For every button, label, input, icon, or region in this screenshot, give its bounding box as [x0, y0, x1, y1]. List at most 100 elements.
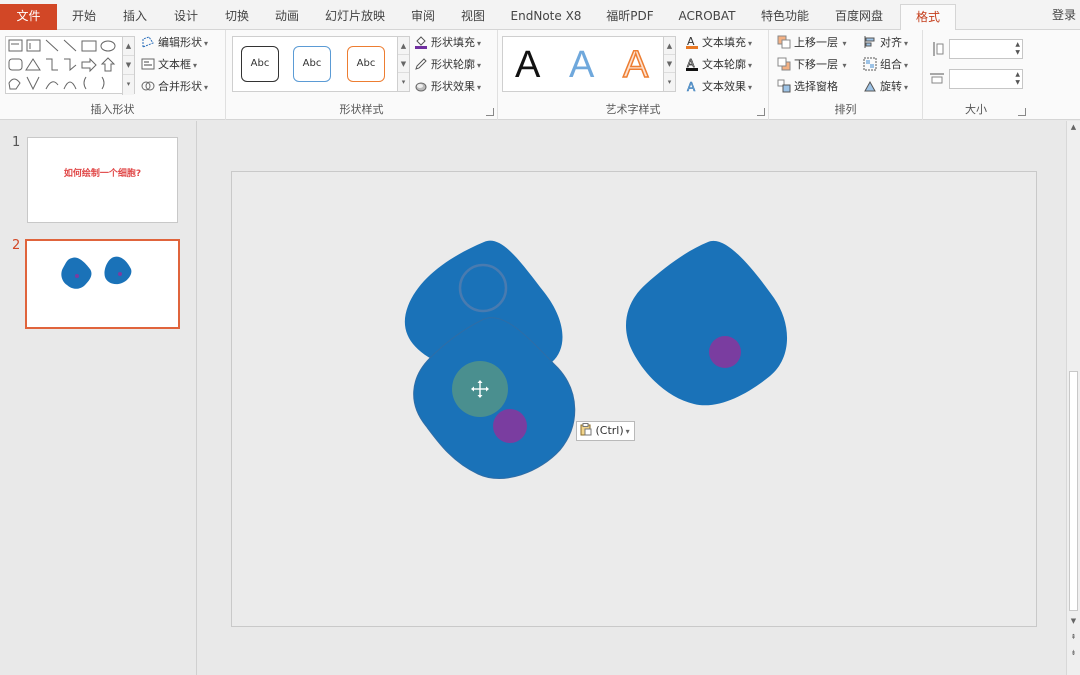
- paint-bucket-icon: [415, 36, 427, 49]
- align-icon: [864, 36, 875, 48]
- group-label-arrange: 排列: [834, 103, 857, 116]
- shape-styles-launcher[interactable]: [486, 108, 494, 116]
- shape-height-input[interactable]: ▲ ▼: [949, 39, 1023, 59]
- shapes-gallery-scroll[interactable]: ▲ ▼ ▾: [122, 37, 134, 95]
- text-outline-button[interactable]: A 文本轮廓 ▾: [685, 56, 752, 74]
- tab-review[interactable]: 审阅: [400, 4, 446, 28]
- tab-file[interactable]: 文件: [0, 4, 57, 30]
- pencil-icon: [415, 58, 427, 70]
- group-shape-styles: Abc Abc Abc ▲ ▼ ▾ 形状填充 ▾ 形状轮廓 ▾ 形状效果 ▾ 形状样式: [226, 30, 498, 120]
- wordart-orange[interactable]: A: [622, 41, 649, 89]
- group-insert-shapes: ▲ ▼ ▾ 编辑形状 ▾ 文本框 ▾ 合并形状 ▾ 插入形状: [0, 30, 226, 120]
- shape-effects-icon: [415, 82, 427, 92]
- cell-nucleus-right: [709, 336, 741, 368]
- group-size: ▲ ▼ ▲ ▼ 大小: [923, 30, 1029, 120]
- tab-slideshow[interactable]: 幻灯片放映: [318, 4, 392, 28]
- size-launcher[interactable]: [1018, 108, 1026, 116]
- bring-forward-button[interactable]: 上移一层 ▾: [777, 34, 847, 52]
- shape-styles-gallery[interactable]: Abc Abc Abc ▲ ▼ ▾: [232, 36, 410, 92]
- wordart-scroll[interactable]: ▲ ▼ ▾: [663, 37, 675, 91]
- rotate-button[interactable]: 旋转 ▾: [863, 78, 908, 96]
- slide-1-title: 如何绘制一个细胞?: [63, 169, 142, 179]
- group-label-insert-shapes: 插入形状: [90, 103, 135, 116]
- vertical-scrollbar[interactable]: ▲ ▼ ⇞ ⇟: [1066, 121, 1080, 675]
- shape-style-blue[interactable]: Abc: [293, 46, 331, 82]
- cell-shape-right: [625, 240, 788, 406]
- slide-number-1: 1: [12, 135, 21, 150]
- text-box-icon: [141, 58, 155, 70]
- ribbon: ▲ ▼ ▾ 编辑形状 ▾ 文本框 ▾ 合并形状 ▾ 插入形状 Abc Abc Abc ▲ ▼…: [0, 30, 1080, 120]
- tab-view[interactable]: 视图: [450, 4, 496, 28]
- tab-format[interactable]: 格式: [900, 4, 956, 31]
- slide-editor-area: [198, 121, 1066, 675]
- shape-style-orange[interactable]: Abc: [347, 46, 385, 82]
- height-icon: [933, 42, 944, 56]
- selection-pane-icon: [777, 79, 791, 93]
- selection-pane-button[interactable]: 选择窗格: [777, 78, 838, 96]
- paste-options-button[interactable]: (Ctrl) ▾: [576, 421, 635, 441]
- tab-baidu-netdisk[interactable]: 百度网盘: [826, 4, 892, 28]
- slide-thumbnail-2[interactable]: [25, 239, 180, 329]
- tab-animations[interactable]: 动画: [264, 4, 310, 28]
- tab-acrobat[interactable]: ACROBAT: [672, 4, 742, 28]
- shape-style-dark[interactable]: Abc: [241, 46, 279, 82]
- edit-shape-icon: [142, 36, 154, 48]
- wordart-launcher[interactable]: [757, 108, 765, 116]
- tab-insert[interactable]: 插入: [112, 4, 158, 28]
- send-backward-icon: [777, 57, 791, 71]
- wordart-black[interactable]: A: [515, 41, 540, 89]
- group-button[interactable]: 组合 ▾: [863, 56, 908, 74]
- text-fill-icon: A: [686, 35, 698, 49]
- group-wordart-styles: A A A ▲ ▼ ▾ A 文本填充 ▾ A 文本轮廓 ▾ A 文本效果 ▾ 艺术字样式: [498, 30, 769, 120]
- shape-outline-button[interactable]: 形状轮廓 ▾: [414, 56, 481, 74]
- slide-thumbnail-pane: 1 如何绘制一个细胞? 2: [0, 121, 197, 675]
- text-effects-button[interactable]: A 文本效果 ▾: [685, 78, 752, 96]
- group-label-size: 大小: [965, 103, 987, 116]
- shape-styles-scroll[interactable]: ▲ ▼ ▾: [397, 37, 409, 91]
- merge-shapes-icon: [141, 81, 155, 91]
- wordart-blue[interactable]: A: [569, 41, 594, 89]
- ribbon-tab-bar: 文件 开始 插入 设计 切换 动画 幻灯片放映 审阅 视图 EndNote X8…: [0, 0, 1080, 31]
- group-arrange: 上移一层 ▾ 下移一层 ▾ 选择窗格 对齐 ▾ 组合 ▾ 旋转 ▾ 排列: [769, 30, 923, 120]
- cell-nucleus-front: [493, 409, 527, 443]
- text-outline-icon: A: [686, 57, 698, 71]
- scrollbar-thumb[interactable]: [1069, 371, 1078, 611]
- scroll-down-icon[interactable]: ▼: [1067, 617, 1080, 625]
- slide-number-2: 2: [12, 238, 21, 253]
- tab-endnote[interactable]: EndNote X8: [503, 4, 589, 28]
- width-icon: [930, 73, 944, 84]
- scroll-up-icon[interactable]: ▲: [1067, 123, 1080, 131]
- tab-transitions[interactable]: 切换: [214, 4, 260, 28]
- text-fill-button[interactable]: A 文本填充 ▾: [685, 34, 752, 52]
- shapes-gallery[interactable]: ▲ ▼ ▾: [5, 36, 135, 95]
- slide-shapes: [404, 240, 788, 479]
- svg-text:A: A: [687, 80, 696, 93]
- clipboard-icon: [580, 423, 592, 436]
- shape-width-input[interactable]: ▲ ▼: [949, 69, 1023, 89]
- paste-options-label: (Ctrl): [595, 424, 624, 437]
- group-label-wordart: 艺术字样式: [605, 103, 661, 116]
- shape-fill-button[interactable]: 形状填充 ▾: [414, 34, 481, 52]
- text-effects-icon: A: [687, 80, 697, 93]
- slide-canvas[interactable]: [231, 171, 1037, 627]
- previous-slide-icon[interactable]: ⇞: [1067, 633, 1080, 641]
- edit-shape-button[interactable]: 编辑形状 ▾: [141, 34, 208, 52]
- tab-foxit-pdf[interactable]: 福昕PDF: [596, 4, 664, 28]
- wordart-gallery[interactable]: A A A ▲ ▼ ▾: [502, 36, 676, 92]
- login-link[interactable]: 登录: [1052, 6, 1076, 23]
- text-box-button[interactable]: 文本框 ▾: [141, 56, 197, 74]
- shape-effects-button[interactable]: 形状效果 ▾: [414, 78, 481, 96]
- group-icon: [863, 57, 877, 71]
- tab-special-features[interactable]: 特色功能: [752, 4, 818, 28]
- shape-icons: [8, 39, 116, 91]
- tab-home[interactable]: 开始: [60, 4, 108, 28]
- send-backward-button[interactable]: 下移一层 ▾: [777, 56, 847, 74]
- tab-design[interactable]: 设计: [163, 4, 209, 28]
- align-button[interactable]: 对齐 ▾: [863, 34, 908, 52]
- slide-thumbnail-1[interactable]: 如何绘制一个细胞?: [27, 137, 178, 223]
- merge-shapes-button[interactable]: 合并形状 ▾: [141, 78, 208, 96]
- rotate-icon: [864, 80, 876, 92]
- bring-forward-icon: [777, 35, 791, 49]
- next-slide-icon[interactable]: ⇟: [1067, 649, 1080, 657]
- group-label-shape-styles: 形状样式: [339, 103, 384, 116]
